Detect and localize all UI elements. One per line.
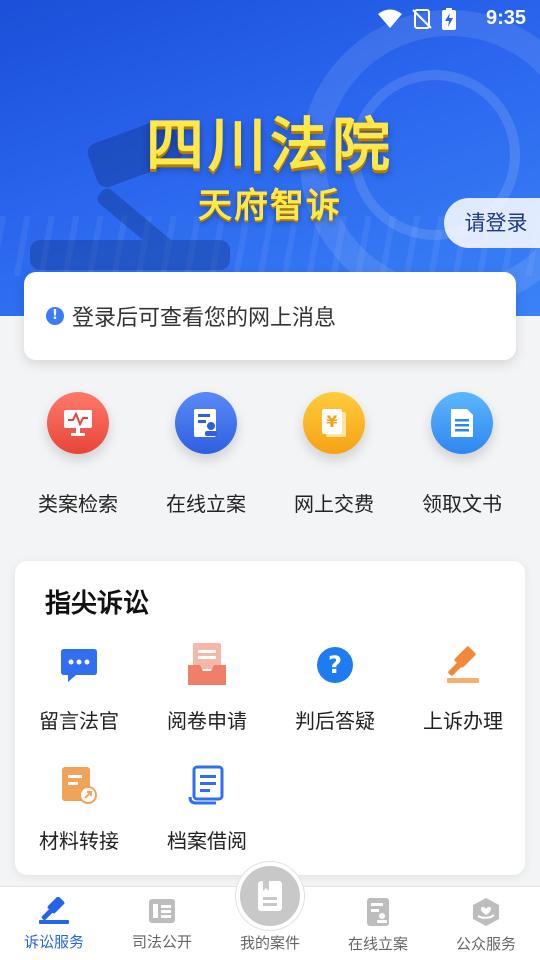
scroll-document-icon bbox=[185, 763, 229, 807]
quick-item-similar-case-search[interactable]: 类案检索 bbox=[14, 392, 142, 517]
status-bar: 9:35 bbox=[0, 0, 540, 36]
quick-item-label: 类案检索 bbox=[38, 492, 118, 516]
app-title: 四川法院 bbox=[145, 111, 394, 179]
yuan-receipt-icon: ¥ bbox=[303, 392, 365, 454]
chat-bubble-icon bbox=[57, 643, 101, 687]
document-transfer-icon bbox=[57, 763, 101, 807]
quick-item-collect-documents[interactable]: 领取文书 bbox=[398, 392, 526, 517]
no-sim-icon bbox=[412, 9, 432, 29]
item-file-review-request[interactable]: 阅卷申请 bbox=[143, 643, 271, 734]
svg-text:?: ? bbox=[328, 651, 342, 679]
item-post-judgment-qa[interactable]: ? 判后答疑 bbox=[271, 643, 399, 734]
status-icons bbox=[378, 8, 456, 30]
message-card[interactable]: ! 登录后可查看您的网上消息 bbox=[24, 272, 516, 360]
quick-item-online-payment[interactable]: ¥ 网上交费 bbox=[270, 392, 398, 517]
item-material-transfer[interactable]: 材料转接 bbox=[15, 763, 143, 854]
item-archive-borrowing[interactable]: 档案借阅 bbox=[143, 763, 271, 854]
quick-item-label: 领取文书 bbox=[422, 492, 502, 516]
quick-item-label: 网上交费 bbox=[294, 492, 374, 516]
gavel-nav-icon bbox=[39, 897, 69, 924]
hand-heart-nav-icon bbox=[473, 898, 499, 926]
header-banner: 9:35 四川法院 天府智诉 请登录 bbox=[0, 0, 540, 316]
item-label: 阅卷申请 bbox=[167, 709, 247, 733]
quick-item-label: 在线立案 bbox=[166, 492, 246, 516]
document-lines-icon bbox=[431, 392, 493, 454]
wifi-icon bbox=[378, 9, 402, 28]
monitor-chart-icon bbox=[47, 392, 109, 454]
item-label: 上诉办理 bbox=[423, 709, 503, 733]
nav-my-cases-label: 我的案件 bbox=[239, 934, 300, 952]
file-user-nav-icon bbox=[367, 898, 389, 926]
question-circle-icon: ? bbox=[313, 643, 357, 687]
gavel-icon bbox=[441, 643, 485, 687]
battery-charging-icon bbox=[442, 8, 456, 30]
item-message-judge[interactable]: 留言法官 bbox=[15, 643, 143, 734]
quick-actions: 类案检索 在线立案 ¥ 网上交费 领取文书 bbox=[0, 392, 540, 517]
item-label: 材料转接 bbox=[39, 829, 119, 853]
item-label: 判后答疑 bbox=[295, 709, 375, 733]
login-button[interactable]: 请登录 bbox=[444, 198, 540, 248]
book-nav-icon bbox=[258, 881, 282, 911]
section-title: 指尖诉讼 bbox=[45, 589, 150, 619]
quick-item-online-filing[interactable]: 在线立案 bbox=[142, 392, 270, 517]
nav-my-cases[interactable] bbox=[236, 862, 304, 930]
svg-text:¥: ¥ bbox=[326, 412, 337, 431]
info-icon: ! bbox=[46, 307, 64, 325]
item-label: 留言法官 bbox=[39, 709, 119, 733]
status-time: 9:35 bbox=[485, 7, 526, 29]
document-user-icon bbox=[175, 392, 237, 454]
fingertip-litigation-card: 指尖诉讼 留言法官 阅卷申请 ? 判后答疑 上诉办理 材料转接 档案借阅 bbox=[15, 561, 525, 875]
message-text: 登录后可查看您的网上消息 bbox=[72, 306, 337, 331]
item-appeal-handling[interactable]: 上诉办理 bbox=[399, 643, 527, 734]
item-label: 档案借阅 bbox=[167, 829, 247, 853]
list-nav-icon bbox=[149, 899, 175, 923]
inbox-document-icon bbox=[185, 643, 229, 687]
